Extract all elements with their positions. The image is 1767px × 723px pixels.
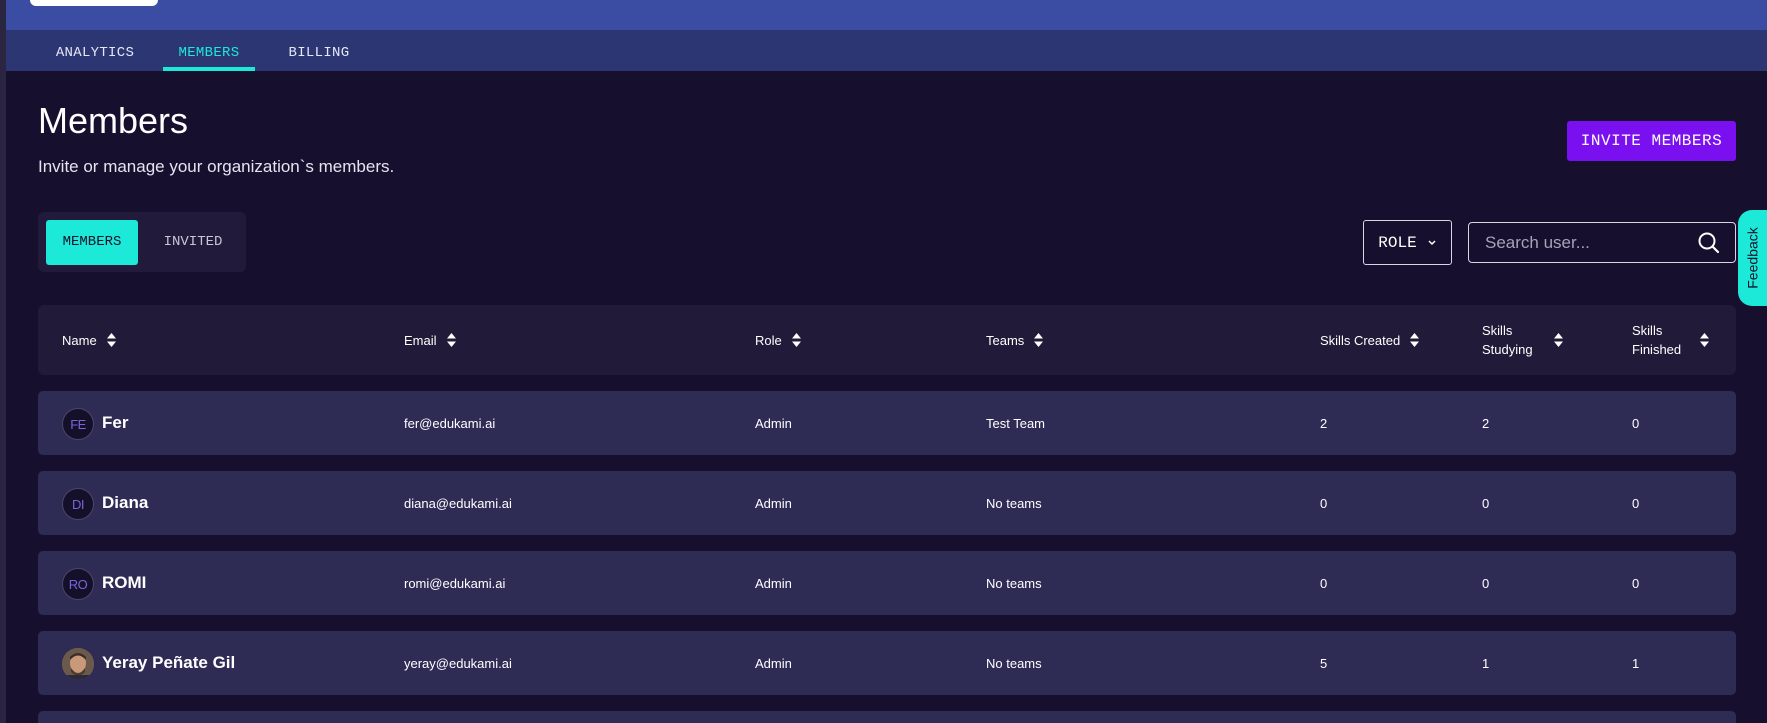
sort-icon [1034, 333, 1044, 347]
member-email: diana@edukami.ai [404, 495, 512, 511]
member-role: Admin [755, 495, 792, 511]
column-role[interactable]: Role [755, 305, 801, 375]
page-subtitle: Invite or manage your organization`s mem… [38, 157, 395, 176]
skills-finished-value: 0 [1632, 415, 1640, 431]
column-skills-studying[interactable]: Skills Studying [1482, 305, 1563, 375]
member-name: ROMI [102, 573, 147, 592]
table-row[interactable]: RO ROMI romi@edukami.ai Admin No teams 0… [38, 551, 1736, 615]
skills-finished-value: 0 [1632, 495, 1640, 511]
sort-icon [446, 333, 456, 347]
skills-studying-value: 2 [1482, 415, 1490, 431]
member-teams: No teams [986, 655, 1042, 671]
top-bar-button[interactable] [30, 0, 158, 6]
sort-icon [1410, 333, 1420, 347]
table-header: Name Email Role Teams Skills Created Ski… [38, 305, 1736, 375]
skills-created-value: 0 [1320, 495, 1328, 511]
table-row[interactable] [38, 711, 1736, 723]
member-name: Fer [102, 413, 129, 432]
chevron-down-icon [1428, 240, 1436, 246]
avatar: FE [62, 408, 94, 440]
column-email-label: Email [404, 332, 437, 348]
table-row[interactable]: Yeray Peñate Gil yeray@edukami.ai Admin … [38, 631, 1736, 695]
page-title: Members [38, 100, 189, 141]
tab-analytics[interactable]: ANALYTICS [48, 30, 142, 71]
feedback-tab[interactable]: Feedback [1738, 210, 1767, 306]
search-box [1468, 222, 1736, 263]
sort-icon [1554, 333, 1563, 347]
column-name-label: Name [62, 332, 97, 348]
skills-created-value: 0 [1320, 575, 1328, 591]
skills-studying-value: 1 [1482, 655, 1490, 671]
avatar: DI [62, 488, 94, 520]
avatar: RO [62, 568, 94, 600]
member-teams: Test Team [986, 415, 1046, 431]
member-name: Yeray Peñate Gil [102, 653, 236, 672]
skills-studying-value: 0 [1482, 575, 1490, 591]
search-input[interactable] [1485, 223, 1685, 262]
member-name: Diana [102, 493, 149, 512]
sort-icon [106, 333, 116, 347]
member-role: Admin [755, 415, 792, 431]
invited-segment-button[interactable]: INVITED [148, 220, 238, 265]
column-skills-finished-label: Skills Finished [1632, 323, 1682, 357]
column-email[interactable]: Email [404, 305, 456, 375]
role-filter-label: ROLE [1378, 233, 1417, 252]
column-skills-finished[interactable]: Skills Finished [1632, 305, 1709, 375]
invite-members-button[interactable]: INVITE MEMBERS [1567, 121, 1736, 161]
skills-created-value: 5 [1320, 655, 1328, 671]
feedback-label: Feedback [1744, 227, 1761, 289]
role-filter-dropdown[interactable]: ROLE [1363, 220, 1452, 265]
column-skills-created-label: Skills Created [1320, 332, 1401, 348]
top-bar [6, 0, 1767, 30]
member-role: Admin [755, 575, 792, 591]
sort-icon [1700, 333, 1709, 347]
members-segment-button[interactable]: MEMBERS [46, 220, 138, 265]
member-role: Admin [755, 655, 792, 671]
sort-icon [791, 333, 801, 347]
section-tabs: ANALYTICS MEMBERS BILLING [6, 30, 1767, 71]
members-invited-toggle: MEMBERS INVITED [38, 212, 246, 272]
column-teams-label: Teams [986, 332, 1025, 348]
member-teams: No teams [986, 575, 1042, 591]
member-email: romi@edukami.ai [404, 575, 506, 591]
member-teams: No teams [986, 495, 1042, 511]
skills-finished-value: 0 [1632, 575, 1640, 591]
member-email: fer@edukami.ai [404, 415, 496, 431]
skills-finished-value: 1 [1632, 655, 1640, 671]
tab-billing[interactable]: BILLING [283, 30, 355, 71]
column-name[interactable]: Name [62, 305, 116, 375]
skills-studying-value: 0 [1482, 495, 1490, 511]
column-skills-created[interactable]: Skills Created [1320, 305, 1420, 375]
table-row[interactable]: DI Diana diana@edukami.ai Admin No teams… [38, 471, 1736, 535]
column-role-label: Role [755, 332, 782, 348]
search-icon[interactable] [1697, 231, 1721, 255]
tab-members[interactable]: MEMBERS [163, 30, 255, 71]
skills-created-value: 2 [1320, 415, 1328, 431]
table-row[interactable]: FE Fer fer@edukami.ai Admin Test Team 2 … [38, 391, 1736, 455]
column-teams[interactable]: Teams [986, 305, 1044, 375]
left-edge [0, 0, 6, 723]
column-skills-studying-label: Skills Studying [1482, 323, 1533, 357]
member-email: yeray@edukami.ai [404, 655, 512, 671]
avatar-photo [62, 648, 94, 680]
